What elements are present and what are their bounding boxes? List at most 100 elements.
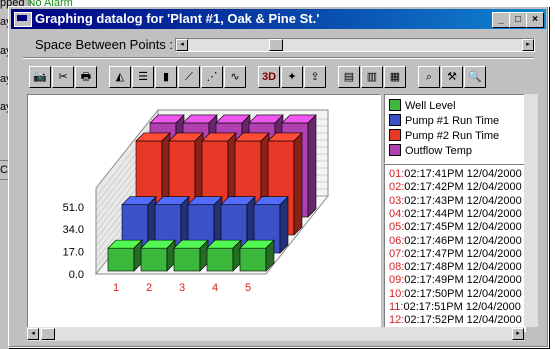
timestamp-index: 10: [389, 287, 405, 300]
title-bar[interactable]: Graphing datalog for 'Plant #1, Oak & Pi… [11, 9, 546, 29]
timestamp-value: 02:17:48PM 12/04/2000 [404, 261, 522, 274]
legend-label: Outflow Temp [405, 145, 473, 157]
scatter-chart-icon[interactable]: ⋰ [201, 66, 223, 88]
timestamp-value: 02:17:52PM 12/04/2000 [404, 314, 522, 327]
bar-front-face [239, 247, 267, 272]
timestamp-row[interactable]: 11:02:17:51PM 12/04/2000 [389, 301, 521, 314]
timestamp-value: 02:17:47PM 12/04/2000 [404, 247, 522, 260]
columns-icon[interactable]: ▥ [361, 66, 383, 88]
legend-item: Pump #2 Run Time [389, 129, 499, 143]
x-tick-label: 4 [212, 282, 218, 294]
area-chart-icon[interactable]: ◭ [109, 66, 131, 88]
scroll-left-arrow-icon[interactable]: ◂ [27, 328, 39, 340]
export-icon[interactable]: ⇪ [304, 66, 326, 88]
scroll-right-arrow-icon[interactable]: ▸ [512, 328, 524, 340]
legend-swatch [389, 99, 401, 111]
timestamp-value: 02:17:45PM 12/04/2000 [404, 221, 522, 234]
timestamp-row[interactable]: 04:02:17:44PM 12/04/2000 [389, 208, 522, 221]
window-app-icon[interactable] [14, 12, 32, 27]
timestamp-index: 12: [389, 314, 405, 327]
legend-item: Pump #1 Run Time [389, 114, 499, 128]
x-tick-label: 3 [179, 282, 185, 294]
timestamp-index: 11: [389, 301, 404, 313]
timestamp-index: 03: [389, 194, 405, 207]
timestamp-value: 02:17:43PM 12/04/2000 [404, 194, 522, 207]
maximize-button[interactable]: □ [509, 12, 527, 28]
camera-icon[interactable]: 📷 [29, 66, 51, 88]
legend-item: Outflow Temp [389, 144, 472, 158]
timestamp-index: 09: [389, 274, 405, 287]
bar-front-face [173, 247, 201, 272]
3d-toggle-icon[interactable]: 3D [258, 66, 280, 88]
step-chart-icon[interactable]: ∿ [224, 66, 246, 88]
search-icon[interactable]: 🔍 [464, 66, 486, 88]
rotate-icon[interactable]: ✦ [281, 66, 303, 88]
vertical-scrollbar[interactable] [524, 94, 538, 327]
timestamp-index: 01: [389, 168, 405, 180]
y-tick-label: 17.0 [63, 247, 84, 259]
bar-chart-icon[interactable]: ▮ [155, 66, 177, 88]
timestamp-row[interactable]: 05:02:17:45PM 12/04/2000 [389, 221, 522, 234]
y-tick-label: 0.0 [69, 269, 84, 281]
slider-right-arrow-icon[interactable]: ▸ [522, 39, 534, 51]
tools-icon[interactable]: ⚒ [441, 66, 463, 88]
y-tick-label: 34.0 [63, 224, 84, 236]
rows-icon[interactable]: ▦ [384, 66, 406, 88]
divider [23, 57, 534, 59]
timestamp-row[interactable]: 01:02:17:41PM 12/04/2000 [389, 168, 522, 181]
bar-side-face [279, 195, 289, 254]
zoom-icon[interactable]: ⌕ [418, 66, 440, 88]
timestamp-value: 02:17:50PM 12/04/2000 [404, 287, 522, 300]
timestamp-row[interactable]: 07:02:17:47PM 12/04/2000 [389, 248, 522, 261]
legend-swatch [389, 144, 401, 156]
scroll-thumb[interactable] [41, 328, 55, 340]
timestamp-value: 02:17:51PM 12/04/2000 [403, 301, 521, 313]
timestamp-row[interactable]: 08:02:17:48PM 12/04/2000 [389, 261, 522, 274]
line-chart-icon[interactable]: ⟋ [178, 66, 200, 88]
chart-legend: Well Level Pump #1 Run Time Pump #2 Run Ti… [384, 94, 526, 164]
timestamp-row[interactable]: 06:02:17:46PM 12/04/2000 [389, 235, 522, 248]
legend-label: Pump #2 Run Time [405, 130, 500, 142]
timestamp-value: 02:17:44PM 12/04/2000 [404, 207, 522, 220]
bar-chart: 51.0 34.0 17.0 0.0 1 2 3 4 5 [63, 108, 330, 294]
timestamp-index: 04: [389, 207, 405, 220]
timestamp-row[interactable]: 02:02:17:42PM 12/04/2000 [389, 181, 522, 194]
print-icon[interactable]: 🖶 [75, 66, 97, 88]
spacing-slider[interactable]: ◂ ▸ [175, 38, 535, 52]
hbar-chart-icon[interactable]: ☰ [132, 66, 154, 88]
x-tick-label: 1 [113, 282, 119, 294]
timestamp-value: 02:17:49PM 12/04/2000 [404, 274, 522, 287]
legend-item: Well Level [389, 99, 456, 113]
slider-left-arrow-icon[interactable]: ◂ [176, 39, 188, 51]
spacing-label: Space Between Points : [35, 37, 174, 52]
close-button[interactable]: × [526, 12, 544, 28]
y-tick-label: 51.0 [63, 202, 84, 214]
minimize-button[interactable]: _ [492, 12, 510, 28]
timestamp-value: 02:17:42PM 12/04/2000 [404, 181, 522, 194]
x-tick-label: 5 [245, 282, 251, 294]
slider-thumb[interactable] [269, 39, 283, 51]
timestamp-index: 05: [389, 221, 405, 234]
timestamp-row[interactable]: 10:02:17:50PM 12/04/2000 [389, 288, 522, 301]
timestamp-list[interactable]: 01:02:17:41PM 12/04/2000 02:02:17:42PM 12… [384, 164, 526, 332]
timestamp-index: 02: [389, 181, 405, 194]
bar-side-face [293, 132, 303, 236]
bar-front-face [206, 247, 234, 272]
timestamp-index: 07: [389, 247, 405, 260]
bar-front-face [107, 247, 135, 272]
timestamp-row[interactable]: 09:02:17:49PM 12/04/2000 [389, 274, 522, 287]
chart-area: 51.0 34.0 17.0 0.0 1 2 3 4 5 [27, 94, 381, 329]
window-title: Graphing datalog for 'Plant #1, Oak & Pi… [35, 11, 320, 26]
cut-icon[interactable]: ✂ [52, 66, 74, 88]
legend-swatch [389, 129, 401, 141]
timestamp-value: 02:17:46PM 12/04/2000 [404, 234, 522, 247]
timestamp-row[interactable]: 03:02:17:43PM 12/04/2000 [389, 195, 522, 208]
timestamp-index: 06: [389, 234, 405, 247]
legend-label: Pump #1 Run Time [405, 115, 500, 127]
horizontal-scrollbar[interactable]: ◂ ▸ [27, 327, 524, 341]
legend-swatch [389, 114, 401, 126]
page-icon[interactable]: ▤ [338, 66, 360, 88]
timestamp-index: 08: [389, 261, 405, 274]
bar-front-face [140, 247, 168, 272]
timestamp-row[interactable]: 12:02:17:52PM 12/04/2000 [389, 314, 522, 327]
